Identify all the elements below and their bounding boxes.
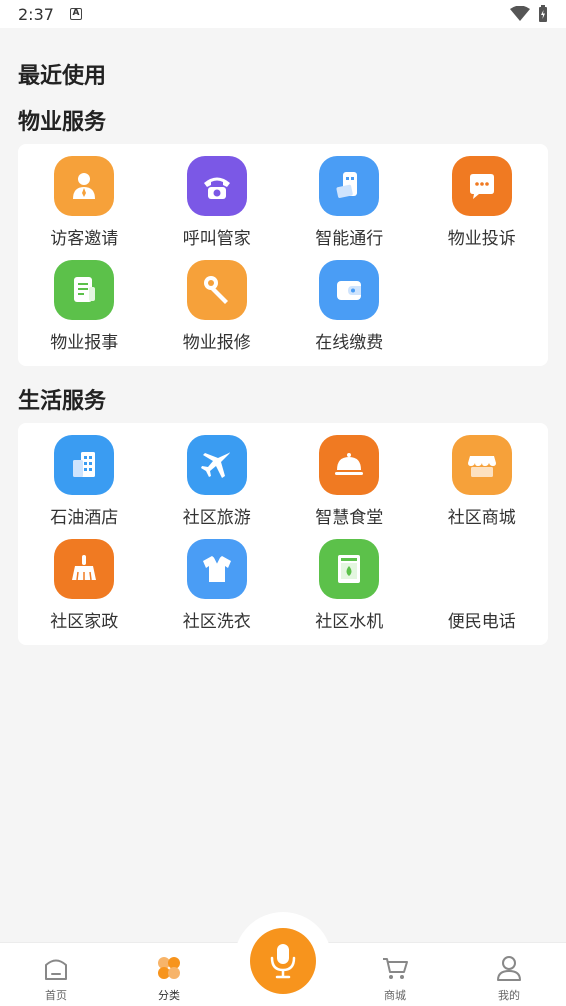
service-item-label: 社区洗衣 [182, 612, 251, 632]
voice-button-wrap [234, 912, 332, 1006]
tab-category[interactable]: 分类 [124, 953, 214, 1003]
service-item-label: 社区商城 [447, 508, 516, 528]
service-item-label: 社区水机 [315, 612, 384, 632]
service-item[interactable]: 石油酒店 [18, 435, 151, 539]
service-item[interactable]: 呼叫管家 [151, 156, 284, 260]
service-item[interactable]: 访客邀请 [18, 156, 151, 260]
icon-placeholder [452, 539, 512, 599]
home-icon [45, 959, 67, 980]
phone-icon [186, 156, 247, 216]
service-item[interactable]: 社区水机 [283, 539, 416, 643]
service-item-label: 社区旅游 [182, 508, 251, 528]
microphone-icon [270, 944, 296, 979]
property-services-card: 访客邀请 呼叫管家 智能通行 物业投诉物业报事 物业报修 在线缴费 [18, 144, 548, 366]
tab-mall[interactable]: 商城 [350, 953, 440, 1003]
service-item-label: 智慧食堂 [315, 508, 384, 528]
voice-button[interactable] [250, 928, 316, 994]
service-item-label: 呼叫管家 [182, 229, 251, 249]
shop-awning-icon [451, 435, 512, 495]
food-cloche-icon [319, 435, 380, 495]
service-item[interactable]: 便民电话 [416, 539, 549, 643]
service-item-label: 石油酒店 [50, 508, 119, 528]
property-section-title: 物业服务 [18, 110, 107, 135]
service-item-label: 智能通行 [315, 229, 384, 249]
service-item-label: 物业投诉 [447, 229, 516, 249]
access-card-icon [319, 156, 380, 216]
tab-mall-label: 商城 [384, 989, 406, 1002]
service-item[interactable]: 物业投诉 [416, 156, 549, 260]
service-item[interactable]: 智慧食堂 [283, 435, 416, 539]
recent-section-title: 最近使用 [18, 64, 107, 89]
service-item[interactable]: 社区旅游 [151, 435, 284, 539]
service-item-label: 在线缴费 [315, 333, 384, 353]
service-item[interactable]: 社区商城 [416, 435, 549, 539]
tab-home-label: 首页 [45, 989, 67, 1002]
shirt-icon [186, 539, 247, 599]
service-item-label: 访客邀请 [50, 229, 119, 249]
service-item[interactable]: 社区洗衣 [151, 539, 284, 643]
wifi-icon [510, 6, 530, 21]
life-services-grid: 石油酒店 社区旅游 智慧食堂 社区商城社区家政 社区洗衣 社区水机 便民电话 [18, 423, 548, 643]
service-item[interactable]: 物业报事 [18, 260, 151, 364]
wallet-icon [319, 260, 380, 320]
hotel-building-icon [54, 435, 115, 495]
service-item[interactable]: 社区家政 [18, 539, 151, 643]
notification-icon: A [69, 8, 82, 20]
tab-mine[interactable]: 我的 [464, 953, 554, 1003]
service-item[interactable]: 在线缴费 [283, 260, 416, 364]
service-item-label: 社区家政 [50, 612, 119, 632]
service-item[interactable]: 智能通行 [283, 156, 416, 260]
battery-icon [539, 5, 547, 22]
wrench-icon [186, 260, 247, 320]
tab-mine-label: 我的 [498, 989, 520, 1002]
report-document-icon [54, 260, 115, 320]
complaint-chat-icon [451, 156, 512, 216]
visitor-icon [54, 156, 115, 216]
service-item-label: 物业报修 [182, 333, 251, 353]
service-item[interactable]: 物业报修 [151, 260, 284, 364]
airplane-icon [186, 435, 247, 495]
category-icon [158, 957, 180, 979]
life-section-title: 生活服务 [18, 389, 107, 414]
cleaning-brush-icon [54, 539, 115, 599]
user-icon [497, 956, 521, 981]
status-time: 2:37 [18, 4, 54, 24]
life-services-card: 石油酒店 社区旅游 智慧食堂 社区商城社区家政 社区洗衣 社区水机 便民电话 [18, 423, 548, 645]
status-indicators [510, 5, 548, 23]
service-item-label: 物业报事 [50, 333, 119, 353]
cart-icon [383, 958, 408, 979]
tab-category-label: 分类 [158, 989, 180, 1002]
water-machine-icon [319, 539, 380, 599]
tab-home[interactable]: 首页 [11, 953, 101, 1003]
service-item-label: 便民电话 [447, 612, 516, 632]
status-bar: 2:37 A [0, 0, 566, 28]
property-services-grid: 访客邀请 呼叫管家 智能通行 物业投诉物业报事 物业报修 在线缴费 [18, 144, 548, 364]
